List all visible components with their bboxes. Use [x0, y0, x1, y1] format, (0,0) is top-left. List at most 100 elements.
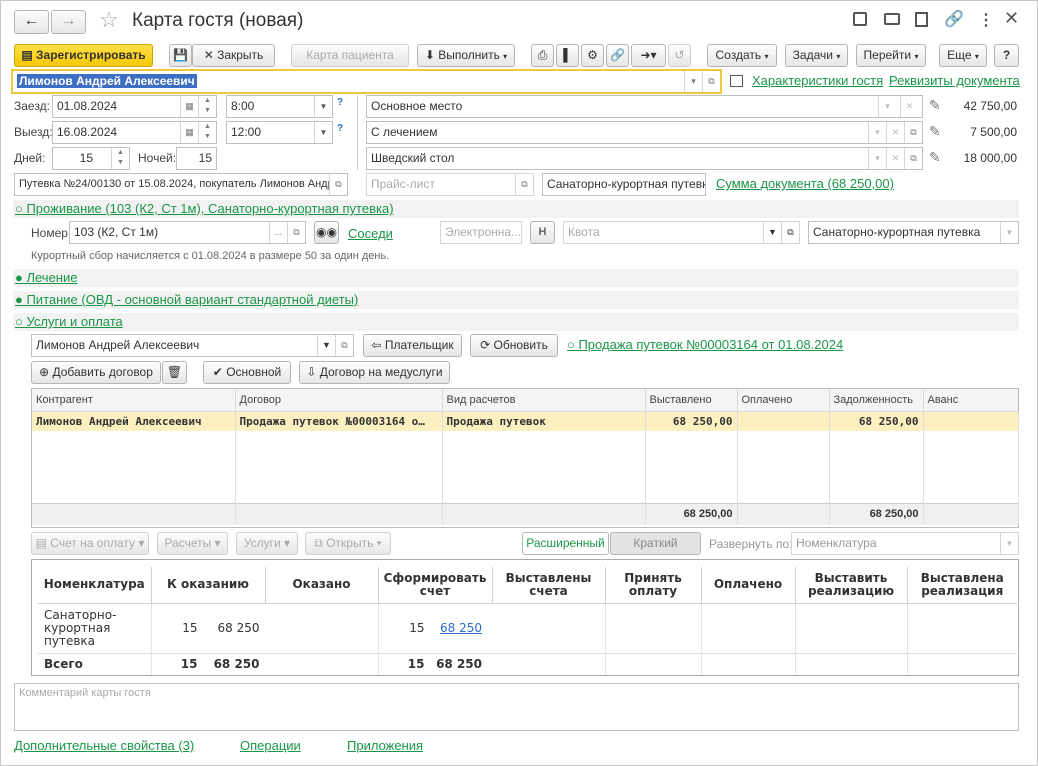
open-icon[interactable]: ⧉ [904, 122, 922, 143]
calendar-icon[interactable]: ▦ [180, 122, 198, 143]
open-icon[interactable]: ⧉ [515, 174, 533, 195]
back-button[interactable]: ← [14, 10, 49, 34]
room-voucher-type-field[interactable]: Санаторно-курортная путевка ▼ [808, 221, 1019, 244]
open-icon[interactable]: ⧉ [904, 148, 922, 169]
food-section-header[interactable]: ● Питание (ОВД - основной вариант станда… [13, 291, 1019, 309]
service-field-2[interactable]: С лечением ▾ ✕ ⧉ [366, 121, 923, 144]
preview-icon[interactable] [915, 12, 928, 27]
delete-button[interactable]: 🗑 [162, 361, 187, 384]
date-spinner[interactable]: ▲ ▼ [198, 122, 216, 143]
dropdown-icon[interactable]: ▾ [868, 148, 886, 169]
dropdown-icon[interactable]: ▼ [763, 222, 781, 243]
register-button[interactable]: ▤ Зарегистрировать [14, 44, 153, 67]
clear-icon[interactable]: ✕ [900, 96, 918, 117]
neighbors-link[interactable]: Соседи [348, 226, 393, 241]
pricelist-field[interactable]: Прайс-лист ⧉ [366, 173, 534, 196]
dropdown-icon[interactable]: ▼ [317, 335, 335, 356]
favorite-star-icon[interactable]: ☆ [99, 7, 119, 33]
open-button[interactable]: ⧉ Открыть ▾ [305, 532, 391, 555]
column-header[interactable]: Контрагент [32, 389, 236, 412]
payer-field[interactable]: Лимонов Андрей Алексеевич ▼ ⧉ [31, 334, 354, 357]
close-icon[interactable]: ✕ [1004, 8, 1019, 29]
voucher-type-field[interactable]: Санаторно-курортная путевка [542, 173, 706, 196]
extended-view-button[interactable]: Расширенный [522, 532, 609, 555]
binoculars-button[interactable]: ◉◉ [314, 221, 339, 244]
days-spinner[interactable]: ▲ ▼ [111, 148, 129, 169]
structure-button[interactable]: ⚙ [581, 44, 604, 67]
guest-characteristics-link[interactable]: Характеристики гостя [752, 73, 883, 88]
time-dropdown-icon[interactable]: ▼ [314, 122, 332, 143]
additional-properties-link[interactable]: Дополнительные свойства (3) [14, 738, 194, 753]
payer-button[interactable]: ⇦ Плательщик [363, 334, 462, 357]
guest-dropdown-icon[interactable]: ▾ [684, 71, 702, 92]
open-icon[interactable]: ⧉ [781, 222, 799, 243]
service-field-3[interactable]: Шведский стол ▾ ✕ ⧉ [366, 147, 923, 170]
dropdown-icon[interactable]: ▼ [1000, 222, 1018, 243]
link-button[interactable]: 🔗 [606, 44, 629, 67]
column-header[interactable]: Вид расчетов [442, 389, 646, 412]
services-payment-section-header[interactable]: ○ Услуги и оплата [13, 313, 1019, 331]
column-header[interactable]: Принять оплату [605, 567, 702, 604]
print-button[interactable]: ⎙ [531, 44, 554, 67]
service-field-1[interactable]: Основное место ▾ ✕ [366, 95, 923, 118]
column-header[interactable]: К оказанию [151, 567, 266, 604]
report-button[interactable]: ▌ [556, 44, 579, 67]
time-dropdown-icon[interactable]: ▼ [314, 96, 332, 117]
link-icon[interactable]: 🔗 [944, 9, 964, 29]
column-header[interactable]: Выставлены счета [492, 567, 606, 604]
print-icon[interactable] [884, 13, 900, 25]
create-button[interactable]: Создать ▾ [707, 44, 777, 67]
operations-link[interactable]: Операции [240, 738, 301, 753]
departure-date-field[interactable]: 16.08.2024 ▦ ▲ ▼ [52, 121, 217, 144]
departure-time-field[interactable]: 12:00 ▼ [226, 121, 333, 144]
column-header[interactable]: Выставить реализацию [795, 567, 908, 604]
main-contract-button[interactable]: ✔ Основной [203, 361, 291, 384]
more-button[interactable]: Еще ▾ [939, 44, 987, 67]
guest-name-field[interactable]: Лимонов Андрей Алексеевич ▾ ⧉ [11, 69, 722, 94]
patient-card-button[interactable]: Карта пациента [291, 44, 409, 67]
open-icon[interactable]: ⧉ [287, 222, 305, 243]
days-field[interactable]: 15 ▲ ▼ [52, 147, 130, 170]
save-icon[interactable] [853, 12, 867, 26]
comment-field[interactable]: Комментарий карты гостя [14, 683, 1019, 731]
go-button[interactable]: Перейти ▾ [856, 44, 926, 67]
forward-button[interactable]: → [51, 10, 86, 34]
tasks-button[interactable]: Задачи ▾ [785, 44, 848, 67]
edit-pencil-icon[interactable]: ✎ [929, 123, 941, 140]
column-header[interactable]: Договор [235, 389, 443, 412]
column-header[interactable]: Оплачено [737, 389, 830, 412]
electronic-field[interactable]: Электронна... [440, 221, 522, 244]
treatment-section-header[interactable]: ● Лечение [13, 269, 1019, 287]
open-icon[interactable]: ⧉ [335, 335, 353, 356]
arrival-help[interactable]: ? [337, 97, 343, 108]
invoice-button[interactable]: ▤ Счет на оплату ▾ [31, 532, 149, 555]
export-button[interactable]: ➜▾ [631, 44, 666, 67]
column-header[interactable]: Номенклатура [38, 567, 152, 604]
attachments-link[interactable]: Приложения [347, 738, 423, 753]
clear-icon[interactable]: ✕ [886, 148, 904, 169]
expand-by-select[interactable]: Номенклатура ▼ [791, 532, 1019, 555]
add-contract-button[interactable]: ⊕ Добавить договор [31, 361, 161, 384]
h-button[interactable]: H [530, 221, 555, 244]
edit-pencil-icon[interactable]: ✎ [929, 149, 941, 166]
more-menu-icon[interactable]: ⋮ [978, 10, 994, 30]
column-header[interactable]: Аванс [923, 389, 1018, 412]
guest-open-icon[interactable]: ⧉ [702, 71, 720, 92]
select-dots-icon[interactable]: ... [269, 222, 287, 243]
nights-field[interactable]: 15 [176, 147, 217, 170]
services-button[interactable]: Услуги ▾ [236, 532, 298, 555]
arrival-date-field[interactable]: 01.08.2024 ▦ ▲ ▼ [52, 95, 217, 118]
document-details-link[interactable]: Реквизиты документа [889, 73, 1020, 88]
column-header[interactable]: Задолженность [829, 389, 924, 412]
save-button[interactable]: 💾 [169, 44, 192, 67]
medical-contract-button[interactable]: ⇩ Договор на медуслуги [299, 361, 450, 384]
close-button[interactable]: ✕ Закрыть [192, 44, 275, 67]
living-section-header[interactable]: ○ Проживание (103 (К2, Ст 1м), Санаторно… [13, 200, 1019, 218]
document-sum-link[interactable]: Сумма документа (68 250,00) [716, 176, 894, 191]
dropdown-icon[interactable]: ▼ [1000, 533, 1018, 554]
help-button[interactable]: ? [994, 44, 1019, 67]
execute-button[interactable]: ⬇ Выполнить ▾ [417, 44, 515, 67]
calendar-icon[interactable]: ▦ [180, 96, 198, 117]
history-button[interactable]: ↺ [668, 44, 691, 67]
table-row[interactable]: Лимонов Андрей Алексеевич Продажа путево… [32, 411, 1019, 431]
